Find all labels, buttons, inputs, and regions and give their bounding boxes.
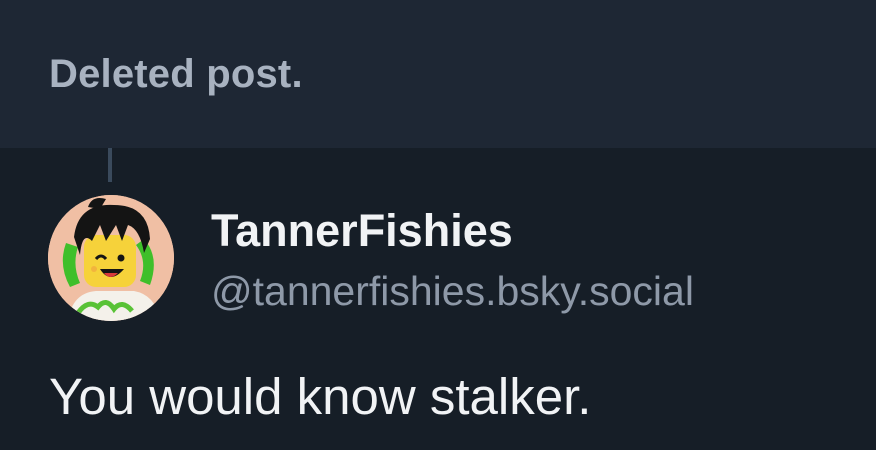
deleted-post-label: Deleted post. (49, 52, 303, 96)
author-handle[interactable]: @tannerfishies.bsky.social (211, 266, 694, 316)
post-text: You would know stalker. (49, 368, 592, 425)
avatar[interactable] (48, 195, 174, 321)
thread-connector-line (108, 148, 112, 182)
lego-minifigure-avatar-icon (48, 195, 174, 321)
author-display-name[interactable]: TannerFishies (211, 205, 513, 257)
deleted-post-placeholder: Deleted post. (0, 0, 876, 148)
